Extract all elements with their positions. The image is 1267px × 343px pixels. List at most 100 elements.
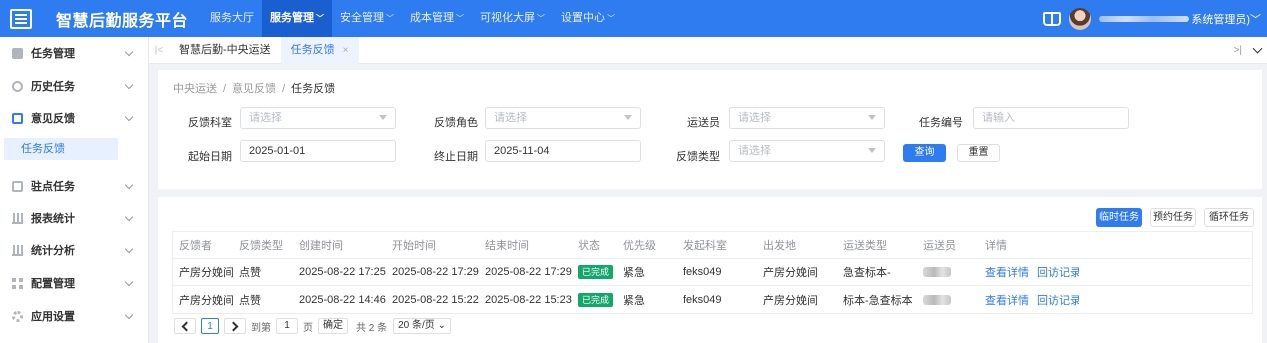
topnav-settings-center[interactable]: 设置中心 ﹀ xyxy=(553,0,623,37)
caret-down-icon xyxy=(624,115,632,120)
cell-transport-type: 标本-急查标本 xyxy=(843,294,913,307)
chevron-down-icon: ﹀ xyxy=(386,14,395,23)
goto-label: 到第 xyxy=(251,322,271,334)
page-number-button[interactable]: 1 xyxy=(201,318,219,334)
cell-status: 已完成 xyxy=(572,265,617,279)
prev-page-button[interactable] xyxy=(174,318,196,334)
sidebar-item-task-management[interactable]: 任务管理 xyxy=(0,37,149,69)
cell-end: 2025-08-22 17:29 xyxy=(485,266,572,278)
chevron-down-icon[interactable] xyxy=(1252,43,1263,54)
report-icon xyxy=(12,212,23,224)
top-navbar: 智慧后勤服务平台 服务大厅 服务管理 ﹀ 安全管理 ﹀ 成本管理 ﹀ 可视化大屏 ﹀ 设… xyxy=(0,0,1267,37)
chevron-down-icon: ﹀ xyxy=(537,14,546,23)
reserve-task-button[interactable]: 预约任务 xyxy=(1150,208,1196,227)
chevron-down-icon xyxy=(124,212,134,221)
status-badge: 已完成 xyxy=(578,265,614,279)
col-header: 反馈类型 xyxy=(239,240,283,252)
breadcrumb-item[interactable]: 意见反馈 xyxy=(232,83,276,95)
taskno-input[interactable]: 请输入 xyxy=(973,107,1129,129)
sidebar-item-station-tasks[interactable]: 驻点任务 xyxy=(0,170,149,202)
cycle-task-button[interactable]: 循环任务 xyxy=(1204,208,1254,227)
menu-toggle-icon[interactable] xyxy=(10,8,32,29)
sidebar-item-feedback[interactable]: 意见反馈 xyxy=(0,102,149,134)
task-icon xyxy=(12,47,23,59)
role-select[interactable]: 请选择 xyxy=(485,107,641,129)
courier-label: 运送员 xyxy=(687,117,720,129)
tabs-scroll-right-icon[interactable]: >| xyxy=(1234,45,1242,56)
page-unit-label: 页 xyxy=(303,322,313,334)
sidebar-item-config[interactable]: 配置管理 xyxy=(0,267,149,299)
col-header: 发起科室 xyxy=(683,240,727,252)
avatar[interactable] xyxy=(1069,7,1092,30)
confirm-goto-button[interactable]: 确定 xyxy=(318,318,348,334)
sidebar-item-app-settings[interactable]: 应用设置 xyxy=(0,300,149,332)
temp-task-button[interactable]: 临时任务 xyxy=(1096,208,1142,227)
cell-priority: 紧急 xyxy=(623,267,645,279)
start-date-input[interactable]: 2025-01-01 xyxy=(240,140,396,162)
caret-down-icon xyxy=(868,148,876,153)
caret-down-icon xyxy=(868,115,876,120)
feedback-icon xyxy=(12,112,23,124)
cell-priority: 紧急 xyxy=(623,294,645,307)
next-page-button[interactable] xyxy=(224,318,246,334)
cell-start: 2025-08-22 17:29 xyxy=(392,266,479,278)
pagination: 1 到第 1 页 确定 共 2 条 20 条/页 ⌄ xyxy=(174,317,451,335)
col-header: 出发地 xyxy=(763,240,796,252)
sidebar: 任务管理 历史任务 意见反馈 任务反馈 驻点任务 报表统计 统计分析 配置管理 … xyxy=(0,37,149,343)
reset-button[interactable]: 重置 xyxy=(957,144,1000,162)
goto-page-input[interactable]: 1 xyxy=(276,318,298,334)
cell-feedback-type: 点赞 xyxy=(239,267,261,279)
cell-feedback-type: 点赞 xyxy=(239,294,261,307)
tab-central-transport[interactable]: 智慧后勤-中央运送 xyxy=(169,37,281,64)
cell-dept: feks049 xyxy=(683,293,722,306)
breadcrumb-item[interactable]: 中央运送 xyxy=(173,83,217,95)
tabs-scroll-left-icon[interactable]: |< xyxy=(149,45,169,56)
col-header: 状态 xyxy=(578,240,600,252)
feedback-table: 反馈者 反馈类型 创建时间 开始时间 结束时间 状态 优先级 发起科室 出发地 … xyxy=(172,231,1253,314)
chevron-down-icon xyxy=(124,80,134,89)
top-nav: 服务大厅 服务管理 ﹀ 安全管理 ﹀ 成本管理 ﹀ 可视化大屏 ﹀ 设置中心 ﹀ xyxy=(202,0,623,37)
filter-panel: 中央运送 / 意见反馈 / 任务反馈 反馈科室 请选择 反馈角色 请选择 运送员 请选择… xyxy=(158,70,1262,189)
view-detail-link[interactable]: 查看详情 xyxy=(985,267,1029,279)
table-panel: 临时任务 预约任务 循环任务 反馈者 反馈类型 创建时间 开始时间 结束时间 状… xyxy=(158,197,1262,343)
end-date-label: 终止日期 xyxy=(434,151,478,163)
start-date-label: 起始日期 xyxy=(188,151,232,163)
help-book-icon[interactable] xyxy=(1043,11,1062,26)
cell-dept: feks049 xyxy=(683,266,722,278)
history-icon xyxy=(12,80,23,92)
cell-courier xyxy=(917,266,979,278)
topnav-cost-management[interactable]: 成本管理 ﹀ xyxy=(402,0,472,37)
revisit-record-link[interactable]: 回访记录 xyxy=(1037,295,1079,307)
topnav-visual-screen[interactable]: 可视化大屏 ﹀ xyxy=(472,0,553,37)
revisit-record-link[interactable]: 回访记录 xyxy=(1037,267,1079,279)
topnav-service-management[interactable]: 服务管理 ﹀ xyxy=(262,0,333,37)
cell-origin: 产房分娩间 xyxy=(763,267,818,279)
dept-select[interactable]: 请选择 xyxy=(240,107,396,129)
status-badge: 已完成 xyxy=(578,292,614,307)
topnav-service-hall[interactable]: 服务大厅 xyxy=(202,0,262,37)
sidebar-item-analysis[interactable]: 统计分析 xyxy=(0,234,149,266)
total-count: 共 2 条 xyxy=(356,322,388,334)
query-button[interactable]: 查询 xyxy=(903,144,946,162)
table-row[interactable]: 产房分娩间 点赞 2025-08-22 17:25 2025-08-22 17:… xyxy=(173,259,1252,286)
tab-task-feedback[interactable]: 任务反馈 × xyxy=(280,36,359,64)
view-detail-link[interactable]: 查看详情 xyxy=(985,295,1029,307)
topnav-safety-management[interactable]: 安全管理 ﹀ xyxy=(332,0,402,37)
courier-select[interactable]: 请选择 xyxy=(729,107,885,129)
feedback-type-select[interactable]: 请选择 xyxy=(729,140,885,162)
sidebar-item-reports[interactable]: 报表统计 xyxy=(0,202,149,234)
settings-icon xyxy=(12,310,23,322)
user-menu[interactable]: 系统管理员)﹀ xyxy=(1191,11,1261,27)
cell-feedbacker: 产房分娩间 xyxy=(179,267,233,279)
close-icon[interactable]: × xyxy=(343,45,349,56)
cell-detail: 查看详情 回访记录 xyxy=(979,292,1079,308)
table-row[interactable]: 产房分娩间 点赞 2025-08-22 14:46 2025-08-22 15:… xyxy=(173,286,1252,313)
chevron-down-icon xyxy=(124,47,134,56)
cell-detail: 查看详情 回访记录 xyxy=(979,264,1079,280)
sidebar-item-history-tasks[interactable]: 历史任务 xyxy=(0,70,149,102)
chevron-down-icon xyxy=(124,244,134,253)
cell-end: 2025-08-22 15:23 xyxy=(485,293,572,306)
sidebar-subitem-task-feedback[interactable]: 任务反馈 xyxy=(4,138,118,160)
page-size-select[interactable]: 20 条/页 ⌄ xyxy=(393,318,451,334)
end-date-input[interactable]: 2025-11-04 xyxy=(485,140,641,162)
